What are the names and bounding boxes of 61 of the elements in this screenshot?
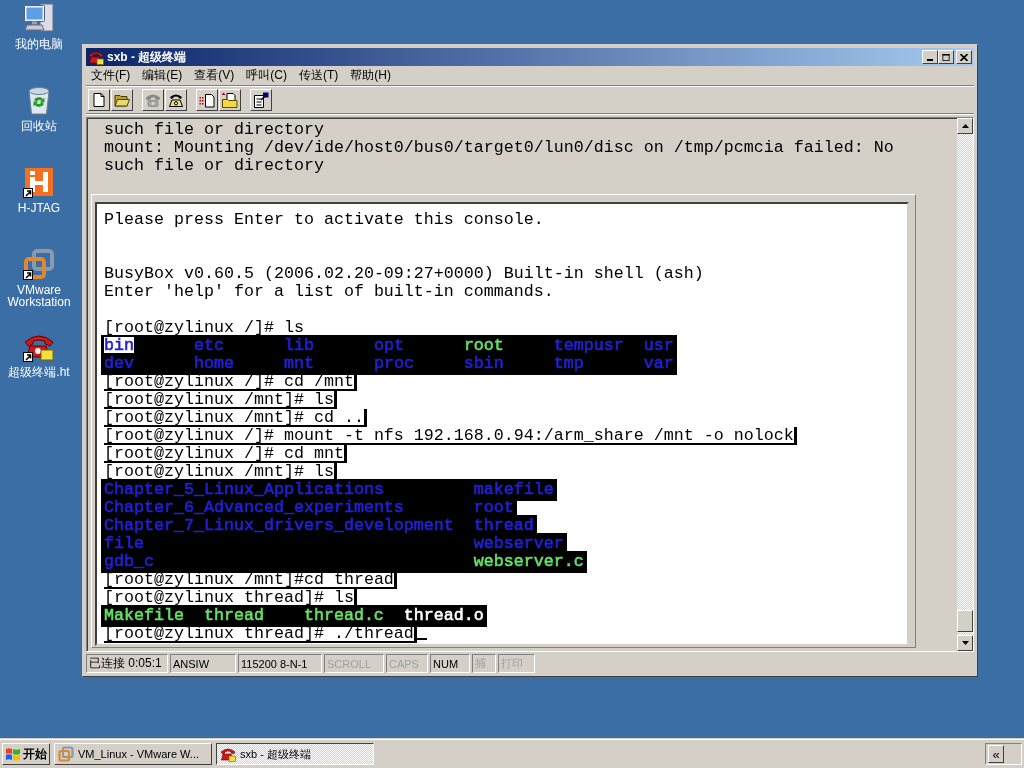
status-panel: NUM [430, 654, 470, 673]
menu-item[interactable]: 呼叫(C) [240, 67, 293, 84]
terminal-line: BusyBox v0.60.5 (2006.02.20-09:27+0000) Built-in shell (ash) [104, 264, 704, 283]
terminal-line: such file or directory [104, 156, 324, 175]
terminal-line: [root@zylinux /]# ls [104, 318, 304, 337]
telephone-icon [145, 92, 161, 108]
menu-item[interactable]: 文件(F) [86, 67, 137, 84]
h-logo-icon[interactable] [23, 166, 55, 198]
desktop-icon-label[interactable]: 我的电脑 [15, 38, 63, 50]
scroll-up-button[interactable] [957, 118, 973, 134]
maximize-icon [942, 53, 950, 61]
up-arrow-icon [961, 124, 969, 128]
toolbar-button[interactable] [250, 89, 272, 111]
scroll-down-button[interactable] [957, 635, 973, 651]
folder-page-icon [222, 92, 238, 108]
menu-item[interactable]: 传送(T) [293, 67, 345, 84]
scrollbar-thumb[interactable] [957, 610, 973, 632]
close-icon [960, 53, 968, 61]
desktop-icon-label[interactable]: H-JTAG [17, 202, 61, 214]
maximize-button[interactable] [938, 50, 954, 64]
file-name: gdb_c [104, 553, 154, 571]
minimize-button[interactable] [922, 50, 938, 64]
terminal-line: Please press Enter to activate this console. [104, 210, 544, 229]
computer-icon[interactable] [23, 2, 55, 34]
telephone-icon [220, 746, 236, 762]
file-name: proc [373, 355, 414, 373]
folder-icon [114, 92, 130, 108]
status-panel: 115200 8-N-1 [238, 654, 322, 673]
properties-icon [253, 92, 269, 108]
status-panel: 已连接 0:05:1 [86, 654, 168, 673]
file-name: tmp [553, 355, 584, 373]
show-hidden-icons-button[interactable]: « [988, 745, 1004, 763]
toolbar-button[interactable] [111, 89, 133, 111]
telephone-icon [88, 49, 104, 65]
status-panel: ANSIW [170, 654, 236, 673]
start-button[interactable]: 开始 [2, 743, 50, 765]
terminal-line: Enter 'help' for a list of built-in commands. [104, 282, 554, 301]
menu-item[interactable]: 帮助(H) [344, 67, 397, 84]
toolbar-button[interactable] [88, 89, 110, 111]
desktop-icon-label[interactable]: VMware Workstation [0, 284, 78, 308]
scrollbar[interactable] [957, 118, 973, 651]
terminal-line: mount: Mounting /dev/ide/host0/bus0/target0/lun0/disc on /tmp/pcmcia failed: No [104, 138, 894, 157]
terminal-line: such file or directory [104, 120, 324, 139]
toolbar-button[interactable] [196, 89, 218, 111]
taskbar-button[interactable]: VM_Linux - VMware W... [54, 743, 212, 765]
toolbar-button[interactable] [219, 89, 241, 111]
dotted-page-icon [199, 92, 215, 108]
desktop-icon-label[interactable]: 回收站 [21, 120, 57, 132]
window-title: sxb - 超级终端 [107, 48, 188, 66]
down-arrow-icon [961, 641, 969, 645]
taskbar-button[interactable]: sxb - 超级终端 [216, 743, 374, 765]
overlapping-squares-icon[interactable] [23, 248, 55, 280]
toolbar-button[interactable] [165, 89, 187, 111]
telephone-icon [168, 92, 184, 108]
menu-item[interactable]: 查看(V) [188, 67, 241, 84]
document-icon [91, 92, 107, 108]
flag-icon [5, 746, 21, 762]
desktop-icon-label[interactable]: 超级终端.ht [8, 366, 70, 378]
menu-item[interactable]: 编辑(E) [136, 67, 189, 84]
close-button[interactable] [956, 50, 972, 64]
overlapping-squares-icon [58, 746, 74, 762]
